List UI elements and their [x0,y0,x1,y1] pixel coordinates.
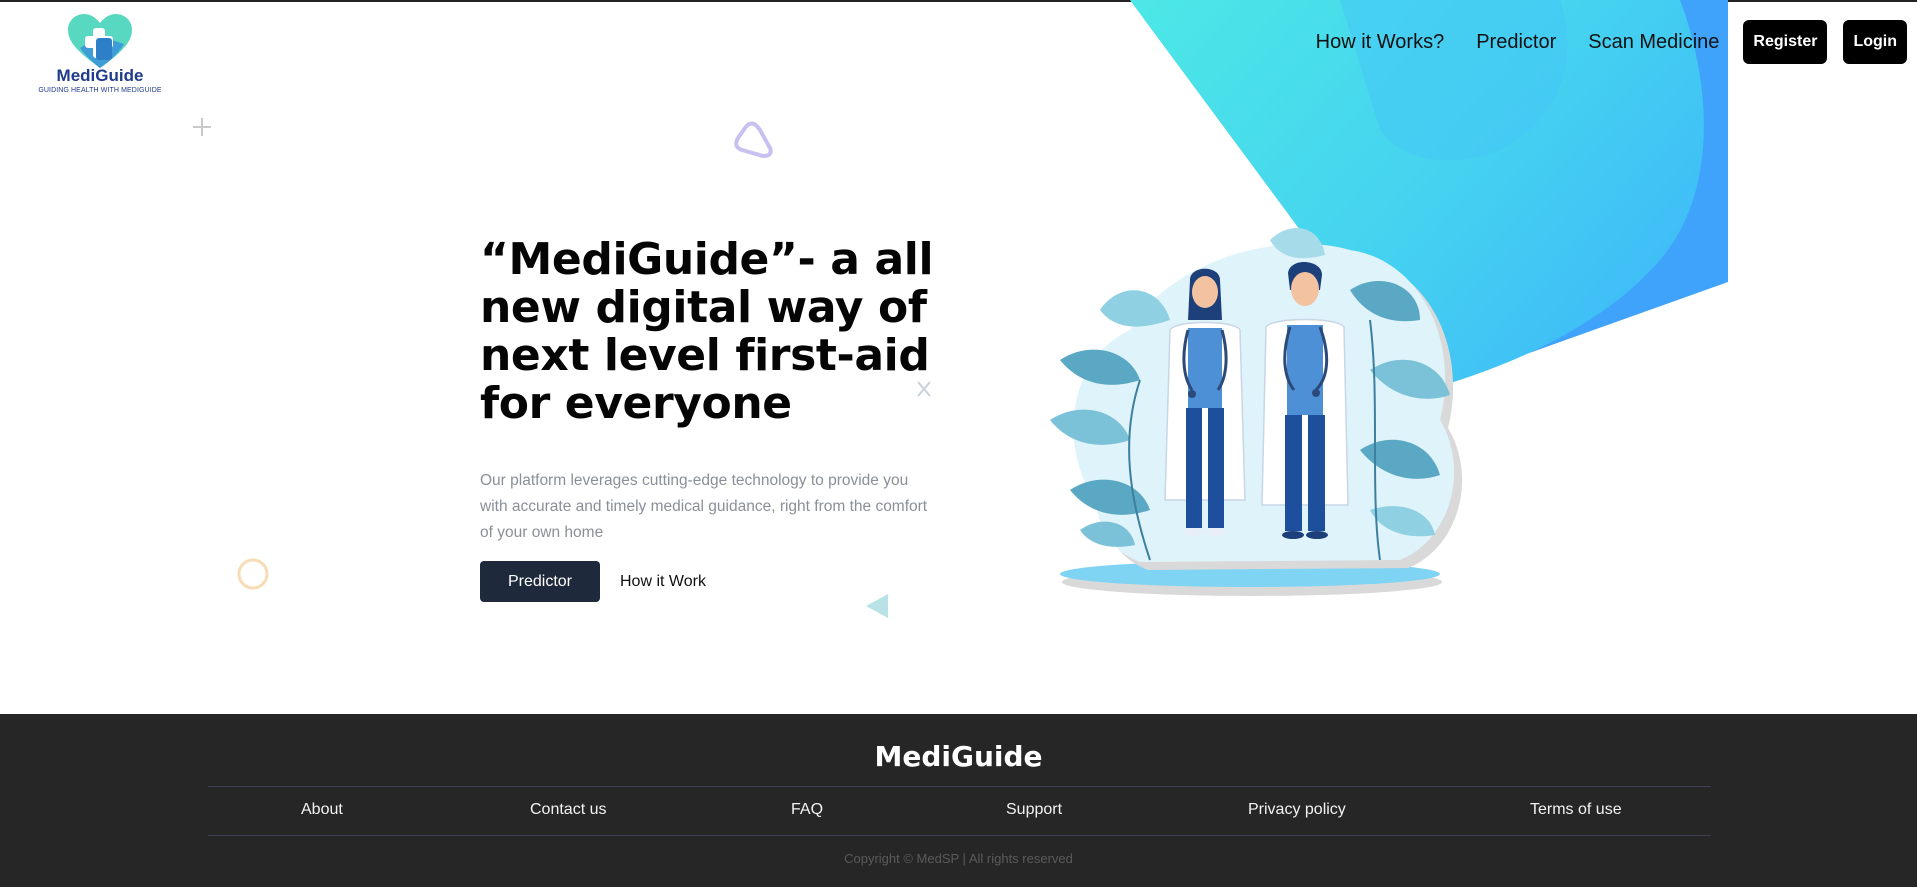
hero-headline: “MediGuide”- a all new digital way of ne… [480,234,934,429]
footer-link-privacy-policy[interactable]: Privacy policy [1248,801,1346,819]
circle-outline-decoration [237,558,269,590]
heart-cross-icon [68,14,132,68]
footer-link-about[interactable]: About [301,801,343,819]
logo-wordmark: MediGuide [56,66,144,85]
register-button[interactable]: Register [1743,20,1828,64]
logo-tagline: GUIDING HEALTH WITH MEDIGUIDE [38,87,162,94]
triangle-outline-decoration [734,121,773,159]
footer-links: About Contact us FAQ Support Privacy pol… [208,787,1711,835]
footer-brand: MediGuide [874,740,1043,773]
copyright-text: Copyright © MedSP | All rights reserved [844,851,1073,866]
plus-decoration [193,118,211,136]
footer-link-faq[interactable]: FAQ [791,801,823,819]
teal-triangle-decoration [866,594,888,618]
doctors-illustration [1050,228,1463,596]
how-it-work-link[interactable]: How it Work [620,561,706,602]
footer-link-contact-us[interactable]: Contact us [530,801,606,819]
nav-link-how-it-works[interactable]: How it Works? [1316,31,1445,54]
predictor-button[interactable]: Predictor [480,561,600,602]
footer-divider-bottom [208,835,1711,836]
hero-description: Our platform leverages cutting-edge tech… [480,472,928,541]
footer-link-support[interactable]: Support [1006,801,1062,819]
login-button[interactable]: Login [1843,20,1907,64]
site-footer: MediGuide About Contact us FAQ Support P… [0,714,1917,887]
main-navigation: How it Works? Predictor Scan Medicine Re… [1316,20,1907,64]
nav-link-predictor[interactable]: Predictor [1476,31,1556,54]
brand-logo[interactable]: MediGuide GUIDING HEALTH WITH MEDIGUIDE [38,14,162,98]
footer-link-terms-of-use[interactable]: Terms of use [1530,801,1622,819]
nav-link-scan-medicine[interactable]: Scan Medicine [1588,31,1719,54]
